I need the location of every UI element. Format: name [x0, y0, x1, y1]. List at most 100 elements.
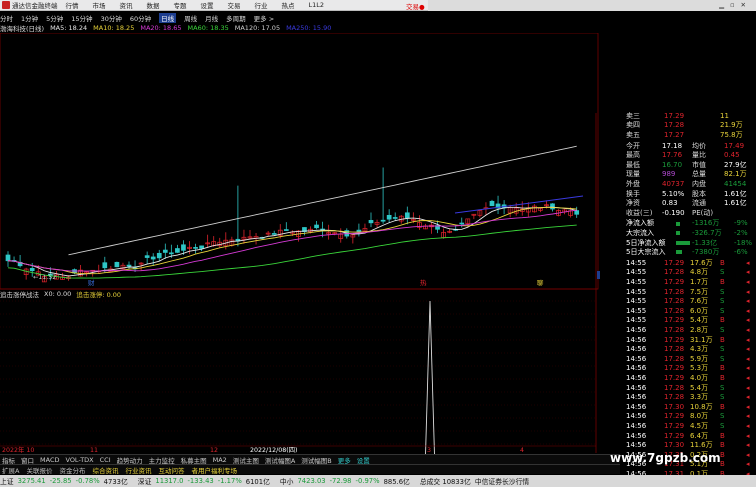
indicator-tab[interactable]: 测试幅图B — [299, 455, 333, 465]
index-name[interactable]: 上证 — [0, 476, 14, 486]
deal-button[interactable]: 交易● — [406, 1, 425, 11]
period-tab-9[interactable]: 多周期 — [226, 13, 246, 23]
indicator-tab[interactable]: VOL-TDX — [63, 456, 95, 464]
index-name[interactable]: 中小 — [280, 476, 294, 486]
quote-value: -0.190 — [662, 208, 685, 217]
indicator-tab[interactable]: 测试幅图A — [263, 455, 297, 465]
tick-side: S — [720, 354, 725, 363]
tick-row: 14:55 17.28 7.5万 S ◂ — [624, 287, 756, 297]
indicator-tab[interactable]: MACD — [38, 456, 61, 464]
quote-row: 外盘 40737 内盘 41454 — [624, 179, 756, 189]
quote-label: 收益(三) — [626, 208, 653, 217]
ob-label: 卖四 — [626, 121, 640, 130]
menu-market[interactable]: 市场 — [93, 0, 106, 10]
tick-volume: 7.6万 — [690, 297, 709, 306]
indicator-tab[interactable]: 更多 — [336, 455, 353, 465]
tick-arrow-icon: ◂ — [746, 412, 750, 421]
period-tab-8[interactable]: 月线 — [205, 13, 218, 23]
chart-marker[interactable]: 热 — [420, 278, 427, 287]
menu-quotes[interactable]: 行情 — [66, 0, 79, 10]
menu-topics[interactable]: 专题 — [174, 0, 187, 10]
tick-side: S — [720, 393, 725, 402]
flow-bar — [676, 231, 680, 236]
indicator-tab[interactable]: 主力监控 — [147, 455, 177, 465]
chart-marker[interactable]: 财 — [88, 278, 95, 287]
quote-label2: PE(动) — [692, 208, 714, 217]
period-tab-0[interactable]: 分时 — [0, 13, 13, 23]
tick-row: 14:56 17.29 8.0万 S ◂ — [624, 412, 756, 422]
indicator-tab[interactable]: 设置 — [355, 455, 372, 465]
quote-value: 17.18 — [662, 141, 683, 150]
tick-volume: 8.0万 — [690, 412, 709, 421]
flow-value: -7380万 — [692, 248, 720, 257]
info-tab[interactable]: 综合资讯 — [90, 465, 120, 475]
tick-row: 14:55 17.28 7.6万 S ◂ — [624, 296, 756, 306]
kline-chart[interactable]: 19.0018.0017.0016.0015.0014.0013.0012.00… — [0, 33, 600, 473]
menu-hot[interactable]: 热点 — [282, 0, 295, 10]
tick-side: S — [720, 325, 725, 334]
indicator-tab[interactable]: MA2 — [211, 456, 229, 464]
tick-arrow-icon: ◂ — [746, 450, 750, 459]
indicator-tab[interactable]: CCI — [98, 456, 113, 464]
period-tab-5[interactable]: 60分钟 — [130, 13, 151, 23]
menu-industry[interactable]: 行业 — [255, 0, 268, 10]
period-tab-10[interactable]: 更多 > — [254, 13, 275, 23]
tick-time: 14:56 — [626, 364, 647, 373]
indicator-tab[interactable]: 测试主图 — [231, 455, 261, 465]
tick-arrow-icon: ◂ — [746, 393, 750, 402]
tick-arrow-icon: ◂ — [746, 277, 750, 286]
tick-row: 14:55 17.29 5.4万 B ◂ — [624, 316, 756, 326]
index-value: 3275.41 — [17, 477, 46, 485]
window-controls[interactable]: ▁▫✕ — [719, 1, 752, 9]
menu-settings[interactable]: 设置 — [201, 0, 214, 10]
candle-body — [356, 229, 362, 232]
period-tab-7[interactable]: 周线 — [184, 13, 197, 23]
indicator-tab[interactable]: 窗口 — [19, 455, 36, 465]
info-tab[interactable]: 行业资讯 — [123, 465, 153, 475]
period-tab-3[interactable]: 15分钟 — [71, 13, 92, 23]
tick-row: 14:56 17.28 5.9万 S ◂ — [624, 354, 756, 364]
chart-marker[interactable]: 聊 — [537, 278, 544, 287]
tick-side: B — [720, 431, 725, 440]
info-tab[interactable]: 关联报价 — [24, 465, 54, 475]
indicator-tab[interactable]: 趋势动力 — [115, 455, 145, 465]
tick-volume: 1.7万 — [690, 277, 709, 286]
menu-news[interactable]: 资讯 — [120, 0, 133, 10]
quote-value: 16.70 — [662, 160, 683, 169]
news-ticker[interactable]: 中信证券长沙行情 — [475, 476, 529, 486]
tick-row: 14:55 17.28 6.0万 S ◂ — [624, 306, 756, 316]
flow-bar — [676, 250, 682, 255]
tick-row: 14:56 17.29 4.5万 S ◂ — [624, 421, 756, 431]
candle-body — [181, 244, 186, 251]
indicator-name[interactable]: 追击涨停战法 — [0, 289, 39, 299]
menu-trade[interactable]: 交易 — [228, 0, 241, 10]
menu-data[interactable]: 数据 — [147, 0, 160, 10]
tick-volume: 4.3万 — [690, 345, 709, 354]
period-tab-4[interactable]: 30分钟 — [101, 13, 122, 23]
info-tab[interactable]: 资金分布 — [57, 465, 87, 475]
info-tab[interactable]: 扩展A — [0, 465, 21, 475]
indicator-tab[interactable]: 指标 — [0, 455, 17, 465]
indicator-tab[interactable]: 私募主图 — [179, 455, 209, 465]
info-tab[interactable]: 者用户福利专场 — [189, 465, 239, 475]
tick-side: B — [720, 364, 725, 373]
info-tab[interactable]: 互动问答 — [156, 465, 186, 475]
tick-time: 14:56 — [626, 383, 647, 392]
tick-volume: 2.8万 — [690, 325, 709, 334]
candle-body — [386, 214, 392, 220]
tick-arrow-icon: ◂ — [746, 287, 750, 296]
tick-time: 14:56 — [626, 373, 647, 382]
tick-price: 17.29 — [664, 412, 685, 421]
period-tab-6[interactable]: 日线 — [159, 12, 177, 23]
period-tab-1[interactable]: 1分钟 — [21, 13, 38, 23]
quote-row: 今开 17.18 均价 17.49 — [624, 141, 756, 151]
index-name[interactable]: 深证 — [138, 476, 152, 486]
tick-time: 14:55 — [626, 268, 647, 277]
tick-volume: 4.8万 — [690, 268, 709, 277]
menu-l1l2[interactable]: L1L2 — [309, 1, 325, 9]
quote-value2: 41454 — [724, 179, 747, 188]
tick-volume: 17.6万 — [690, 258, 713, 267]
period-tab-2[interactable]: 5分钟 — [46, 13, 63, 23]
quote-label2: 市值 — [692, 160, 706, 169]
tick-side: S — [720, 412, 725, 421]
